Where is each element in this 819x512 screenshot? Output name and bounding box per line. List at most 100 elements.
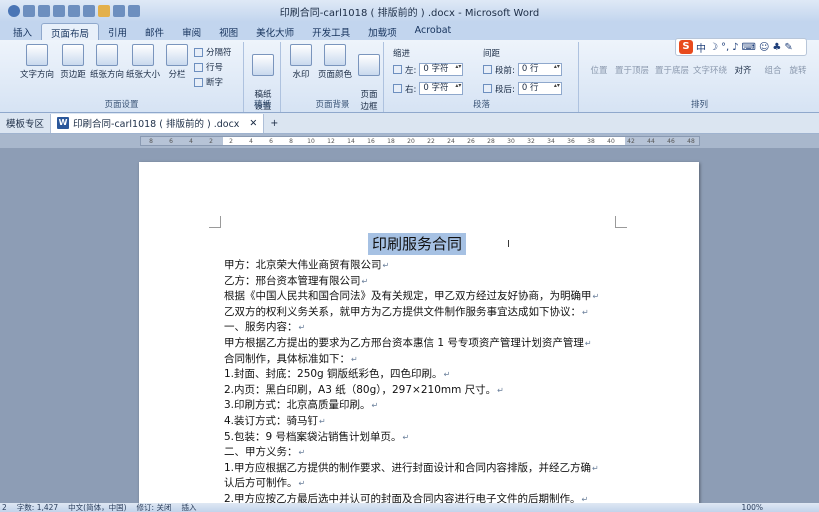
ruler-tick-label: 18 xyxy=(387,138,395,145)
tab-references[interactable]: 引用 xyxy=(99,23,136,40)
indent-left-row: 左: 0 字符 xyxy=(393,63,464,76)
status-page[interactable]: 2 xyxy=(2,503,7,512)
document-page[interactable]: 印刷服务合同 I 甲方：北京荣大伟业商贸有限公司乙方：邢台资本管理有限公司根据《… xyxy=(139,162,699,503)
ruler-tick-label: 48 xyxy=(687,138,695,145)
margin-corner-mark xyxy=(209,216,221,228)
horizontal-ruler[interactable]: 8 6 4 2 2 4 6 8 10 12 14 16 18 20 22 24 26 28 30 32 34 36 38 40… xyxy=(140,136,700,146)
tab-developer[interactable]: 开发工具 xyxy=(303,23,359,40)
tab-mailings[interactable]: 邮件 xyxy=(136,23,173,40)
tab-acrobat[interactable]: Acrobat xyxy=(406,23,461,40)
ruler-tick-label: 2 xyxy=(229,138,233,145)
group-page-setup: 文字方向 页边距 纸张方向 纸张大小 分栏 分隔符 行号 断字 页面设置 xyxy=(0,42,244,112)
ruler-tick-label: 20 xyxy=(407,138,415,145)
indent-left-input[interactable]: 0 字符 xyxy=(419,63,464,76)
group-objects-button[interactable]: 组合 xyxy=(756,64,790,76)
document-workspace[interactable]: 印刷服务合同 I 甲方：北京荣大伟业商贸有限公司乙方：邢台资本管理有限公司根据《… xyxy=(0,148,819,503)
document-paragraph[interactable]: 3.印刷方式：北京高质量印刷。 xyxy=(224,398,619,414)
save-icon[interactable] xyxy=(113,5,125,17)
tab-beautify-master[interactable]: 美化大师 xyxy=(247,23,303,40)
paper-size-button[interactable]: 纸张大小 xyxy=(126,44,160,80)
document-paragraph[interactable]: 甲方：北京荣大伟业商贸有限公司 xyxy=(224,258,619,274)
document-paragraph[interactable]: 乙双方的权利义务关系，就甲方为乙方提供文件制作服务事宜达成如下协议： xyxy=(224,305,619,321)
bring-to-front-button[interactable]: 置于顶层 xyxy=(612,64,652,76)
ruler-tick-label: 28 xyxy=(487,138,495,145)
spacing-after-row: 段后: 0 行 xyxy=(483,82,562,95)
indent-right-input[interactable]: 0 字符 xyxy=(419,82,464,95)
spacing-before-row: 段前: 0 行 xyxy=(483,63,562,76)
line-numbers-button[interactable]: 行号 xyxy=(194,61,223,73)
group-label-page-background: 页面背景 xyxy=(315,100,350,110)
user-icon[interactable]: ☺ xyxy=(759,42,769,53)
columns-icon xyxy=(166,44,188,66)
tab-review[interactable]: 审阅 xyxy=(173,23,210,40)
close-tab-icon[interactable]: ✕ xyxy=(249,118,257,129)
breaks-button[interactable]: 分隔符 xyxy=(194,46,232,58)
microphone-icon[interactable]: ♪ xyxy=(732,42,738,53)
shirt-icon[interactable]: ♣ xyxy=(772,42,781,53)
document-paragraph[interactable]: 乙方：邢台资本管理有限公司 xyxy=(224,274,619,290)
document-paragraph[interactable]: 合同制作，具体标准如下： xyxy=(224,352,619,368)
document-title-selected[interactable]: 印刷服务合同 xyxy=(368,233,467,255)
watermark-button[interactable]: 水印 xyxy=(284,44,318,80)
text-direction-button[interactable]: 文字方向 xyxy=(20,44,54,80)
document-paragraph[interactable]: 甲方根据乙方提出的要求为乙方邢台资本惠信 1 号专项资产管理计划资产管理 xyxy=(224,336,619,352)
document-paragraph[interactable]: 4.装订方式：骑马钉 xyxy=(224,414,619,430)
columns-button[interactable]: 分栏 xyxy=(160,44,194,80)
document-paragraph[interactable]: 认后方可制作。 xyxy=(224,476,619,492)
document-paragraph[interactable]: 5.包装：9 号档案袋沾销售计划单页。 xyxy=(224,430,619,446)
status-word-count[interactable]: 字数: 1,427 xyxy=(17,503,58,512)
send-to-back-button[interactable]: 置于底层 xyxy=(652,64,692,76)
document-paragraph[interactable]: 1.甲方应根据乙方提供的制作要求、进行封面设计和合同内容排版，并经乙方确 xyxy=(224,461,619,477)
page-color-button[interactable]: 页面颜色 xyxy=(318,44,352,80)
document-paragraph[interactable]: 一、服务内容： xyxy=(224,320,619,336)
new-tab-button[interactable]: + xyxy=(264,114,284,133)
ruler-tick-label: 46 xyxy=(667,138,675,145)
hyphenation-button[interactable]: 断字 xyxy=(194,76,223,88)
status-language[interactable]: 中文(简体，中国) xyxy=(68,503,126,512)
moon-icon[interactable]: ☽ xyxy=(709,42,718,53)
redo-icon[interactable] xyxy=(83,5,95,17)
tab-add-ins[interactable]: 加载项 xyxy=(359,23,406,40)
status-insert-mode[interactable]: 插入 xyxy=(181,503,196,512)
punctuation-icon[interactable]: °, xyxy=(721,42,729,53)
document-paragraph[interactable]: 根据《中国人民共和国合同法》及有关规定，甲乙双方经过友好协商，为明确甲 xyxy=(224,289,619,305)
rotate-button[interactable]: 旋转 xyxy=(786,64,810,76)
spacing-before-input[interactable]: 0 行 xyxy=(517,63,562,76)
doc-tab-current[interactable]: W 印刷合同-carl1018 ( 排版前的 ) .docx ✕ xyxy=(51,113,265,133)
ruler-tick-label: 2 xyxy=(209,138,213,145)
status-track-changes[interactable]: 修订: 关闭 xyxy=(137,503,172,512)
ime-toolbar[interactable]: S 中 ☽ °, ♪ ⌨ ☺ ♣ ✎ xyxy=(675,38,807,56)
undo-icon[interactable] xyxy=(68,5,80,17)
sogou-logo-icon: S xyxy=(679,40,693,54)
margins-icon xyxy=(62,44,84,66)
position-button[interactable]: 位置 xyxy=(582,64,616,76)
ime-mode-toggle[interactable]: 中 xyxy=(696,40,706,55)
indent-left-icon xyxy=(393,65,402,74)
document-paragraph[interactable]: 1.封面、封底：250g 铜版纸彩色，四色印刷。 xyxy=(224,367,619,383)
spacing-after-input[interactable]: 0 行 xyxy=(517,82,562,95)
draft-paper-icon xyxy=(252,54,274,76)
new-document-icon[interactable] xyxy=(23,5,35,17)
group-label-paragraph: 段落 xyxy=(472,100,490,110)
tab-view[interactable]: 视图 xyxy=(210,23,247,40)
orientation-button[interactable]: 纸张方向 xyxy=(90,44,124,80)
zoom-level[interactable]: 100% xyxy=(742,503,763,512)
document-paragraph[interactable]: 2.甲方应按乙方最后选中并认可的封面及合同内容进行电子文件的后期制作。 xyxy=(224,492,619,503)
document-body[interactable]: 甲方：北京荣大伟业商贸有限公司乙方：邢台资本管理有限公司根据《中国人民共和国合同… xyxy=(224,258,619,503)
office-button-icon[interactable] xyxy=(8,5,20,17)
print-icon[interactable] xyxy=(53,5,65,17)
text-wrapping-button[interactable]: 文字环绕 xyxy=(690,64,730,76)
tab-page-layout[interactable]: 页面布局 xyxy=(41,23,100,40)
group-label-arrange: 排列 xyxy=(690,100,708,110)
open-folder-icon[interactable] xyxy=(98,5,110,17)
wrench-icon[interactable]: ✎ xyxy=(784,42,792,53)
margins-button[interactable]: 页边距 xyxy=(56,44,90,80)
print-preview-icon[interactable] xyxy=(38,5,50,17)
keyboard-icon[interactable]: ⌨ xyxy=(742,42,756,53)
document-paragraph[interactable]: 二、甲方义务： xyxy=(224,445,619,461)
doc-tab-templates[interactable]: 模板专区 xyxy=(0,113,52,133)
customize-toolbar-icon[interactable] xyxy=(128,5,140,17)
tab-insert[interactable]: 插入 xyxy=(4,23,41,40)
align-button[interactable]: 对齐 xyxy=(726,64,760,76)
document-paragraph[interactable]: 2.内页：黑白印刷，A3 纸（80g），297×210mm 尺寸。 xyxy=(224,383,619,399)
